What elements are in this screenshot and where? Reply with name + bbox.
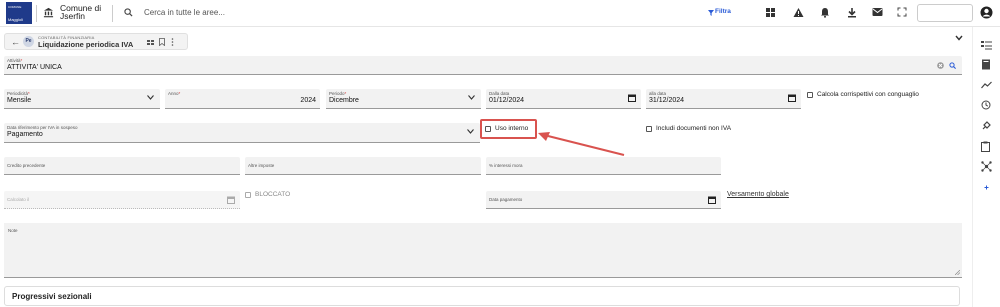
attivita-field[interactable]: Attività* ATTIVITA' UNICA [4,56,962,75]
altre-imposte-field[interactable]: Altre imposte [245,157,481,175]
altre-imposte-label: Altre imposte [248,163,275,168]
organization-name[interactable]: Comune di Jserfin [60,4,101,21]
anno-field[interactable]: Anno* 2024 [165,89,320,109]
calendar-icon[interactable] [708,196,716,204]
calcolato-il-field: Calcolato il [4,191,240,209]
calendar-icon[interactable] [628,94,636,102]
chevron-down-icon [468,95,475,100]
org-line2: Jserfin [60,11,86,21]
clipboard-icon[interactable] [981,141,990,152]
logo-top-text: COMUNE [8,5,22,9]
bell-icon[interactable] [820,7,830,18]
user-field[interactable] [917,4,973,22]
checkbox-label: BLOCCATO [255,191,291,198]
bookmark-icon[interactable] [159,38,165,46]
more-vertical-icon[interactable] [171,38,174,46]
divider [36,5,37,22]
calendar-icon[interactable] [788,94,796,102]
bank-icon [43,7,54,18]
dalla-data-value: 01/12/2024 [489,97,525,104]
add-icon[interactable] [984,185,989,190]
alla-data-label: alla data [649,91,667,96]
checkbox-label: Includi documenti non IVA [656,125,732,132]
section-title: Progressivi sezionali [12,292,92,301]
interessi-mora-field[interactable]: % interessi mora [486,157,721,175]
calcola-corrispettivi-checkbox[interactable]: Calcola corrispettivi con conguaglio [807,91,919,98]
network-icon[interactable] [981,161,992,172]
data-riferimento-value: Pagamento [7,131,43,138]
filter-button[interactable]: Filtra [715,8,731,15]
dalla-data-field[interactable]: Dalla data 01/12/2024 [486,89,641,109]
note-label: Note [8,228,18,233]
calendar-icon [227,196,235,204]
versamento-globale-link[interactable]: Versamento globale [727,191,789,198]
download-icon[interactable] [847,7,857,18]
credito-precedente-field[interactable]: Credito precedente [4,157,240,175]
chevron-down-icon [467,129,474,134]
checkbox-box [245,191,251,198]
credito-precedente-label: Credito precedente [7,163,46,168]
clear-icon[interactable] [937,62,944,69]
search-icon[interactable] [949,62,956,69]
interessi-mora-label: % interessi mora [489,163,523,168]
anno-label: Anno* [168,91,181,96]
plug-icon[interactable] [981,121,991,131]
includi-documenti-checkbox[interactable]: Includi documenti non IVA [646,125,731,132]
alla-data-value: 31/12/2024 [649,97,685,104]
document-tab[interactable]: ← Pe CONTABILITÀ FINANZIARIA Liquidazion… [4,33,188,50]
module-badge: Pe [23,36,34,47]
calcolato-il-label: Calcolato il [7,197,30,202]
data-riferimento-label: Data riferimento per IVA in sospeso [7,125,78,130]
data-riferimento-select[interactable]: Data riferimento per IVA in sospeso Paga… [4,123,480,143]
list-icon[interactable] [147,39,154,46]
alla-data-field[interactable]: alla data 31/12/2024 [646,89,801,109]
search-input[interactable]: Cerca in tutte le aree... [144,8,225,17]
note-textarea[interactable]: Note [4,223,962,278]
resize-handle-icon[interactable] [955,270,960,275]
grid-icon[interactable] [765,7,776,18]
trend-icon[interactable] [981,81,992,89]
maggioli-logo: COMUNE Maggioli [6,2,32,24]
right-sidebar [972,27,1000,307]
filter-icon [708,10,714,16]
periodicita-select[interactable]: Periodicità* Mensile [4,89,160,109]
periodicita-value: Mensile [7,97,32,104]
checkbox-box [807,91,813,98]
attivita-value: ATTIVITA' UNICA [7,64,62,71]
list-check-icon[interactable] [981,40,992,50]
highlight-box [480,119,537,139]
history-icon[interactable] [981,100,991,110]
dalla-data-label: Dalla data [489,91,510,96]
page-title: Liquidazione periodica IVA [38,40,134,49]
data-pagamento-field[interactable]: Data pagamento [486,191,721,209]
periodo-label: Periodo* [329,91,347,96]
chevron-down-icon[interactable] [955,35,963,41]
logo-text: Maggioli [8,17,23,22]
checkbox-box [646,125,652,132]
user-icon[interactable] [980,6,993,19]
search-icon [124,8,133,17]
data-pagamento-label: Data pagamento [489,197,523,202]
checkbox-label: Calcola corrispettivi con conguaglio [817,91,919,98]
annotation-arrow [538,132,625,156]
periodicita-label: Periodicità* [7,91,30,96]
anno-value: 2024 [300,97,316,104]
periodo-select[interactable]: Periodo* Dicembre [326,89,481,109]
fullscreen-icon[interactable] [897,7,907,17]
periodo-value: Dicembre [329,97,359,104]
back-arrow-icon[interactable]: ← [11,37,20,47]
mail-icon[interactable] [872,7,883,17]
progressivi-section[interactable]: Progressivi sezionali [4,286,960,306]
top-bar: COMUNE Maggioli Comune di Jserfin Cerca … [0,0,1000,27]
warning-icon[interactable] [793,7,804,18]
chevron-down-icon [147,95,154,100]
attivita-label: Attività* [7,58,23,63]
divider [112,5,113,22]
book-icon[interactable] [981,59,991,70]
bloccato-checkbox: BLOCCATO [245,191,290,198]
